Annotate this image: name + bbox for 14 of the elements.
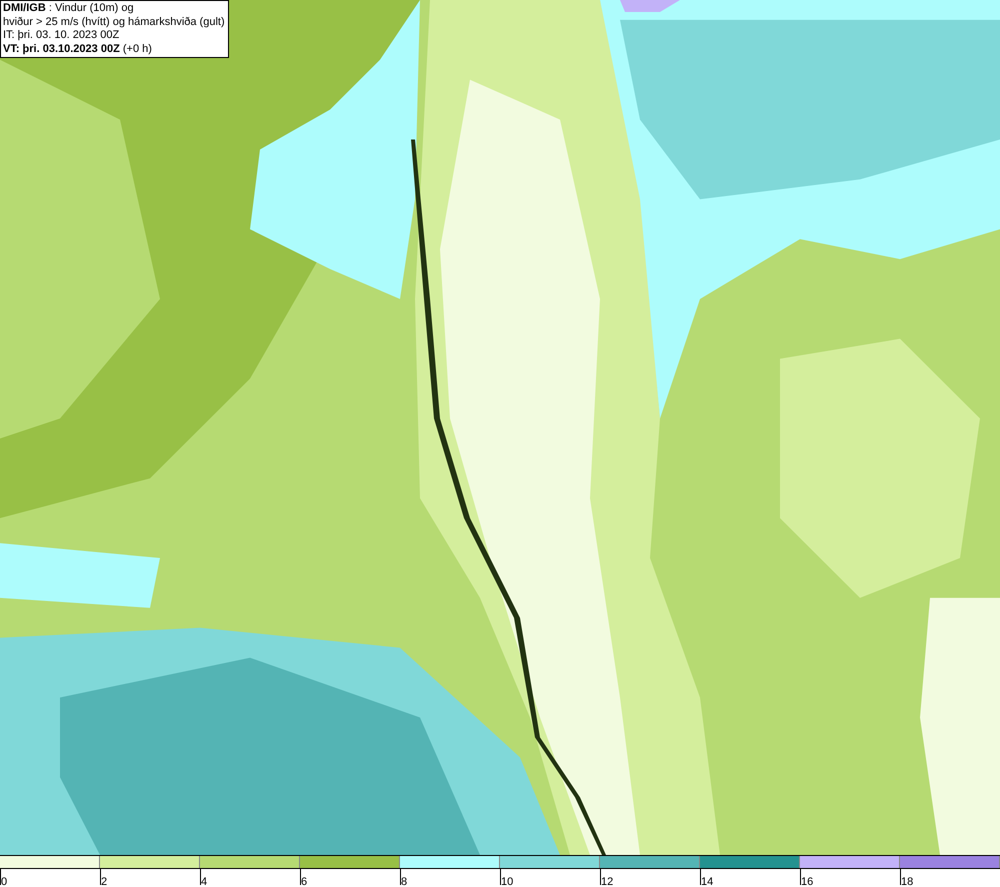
legend-label: 12 <box>601 876 614 887</box>
legend-label: 4 <box>201 876 208 887</box>
legend-label: 14 <box>701 876 714 887</box>
info-text: hviður > 25 m/s (hvítt) og hámarkshviða (gult) <box>3 16 226 29</box>
info-text: IT: þri. 03. 10. 2023 00Z <box>3 29 120 42</box>
info-text: DMI/IGB : Vindur (10m) og <box>3 2 135 16</box>
info-text: VT: þri. 03.10.2023 00Z (+0 h) <box>3 42 153 56</box>
legend-label: 6 <box>301 876 308 887</box>
legend-label: 10 <box>501 876 514 887</box>
legend-label: 2 <box>101 876 108 887</box>
legend-label: 8 <box>401 876 408 887</box>
legend-label: 16 <box>801 876 814 887</box>
legend-label: 0 <box>1 876 8 887</box>
legend-label: 18 <box>901 876 914 887</box>
